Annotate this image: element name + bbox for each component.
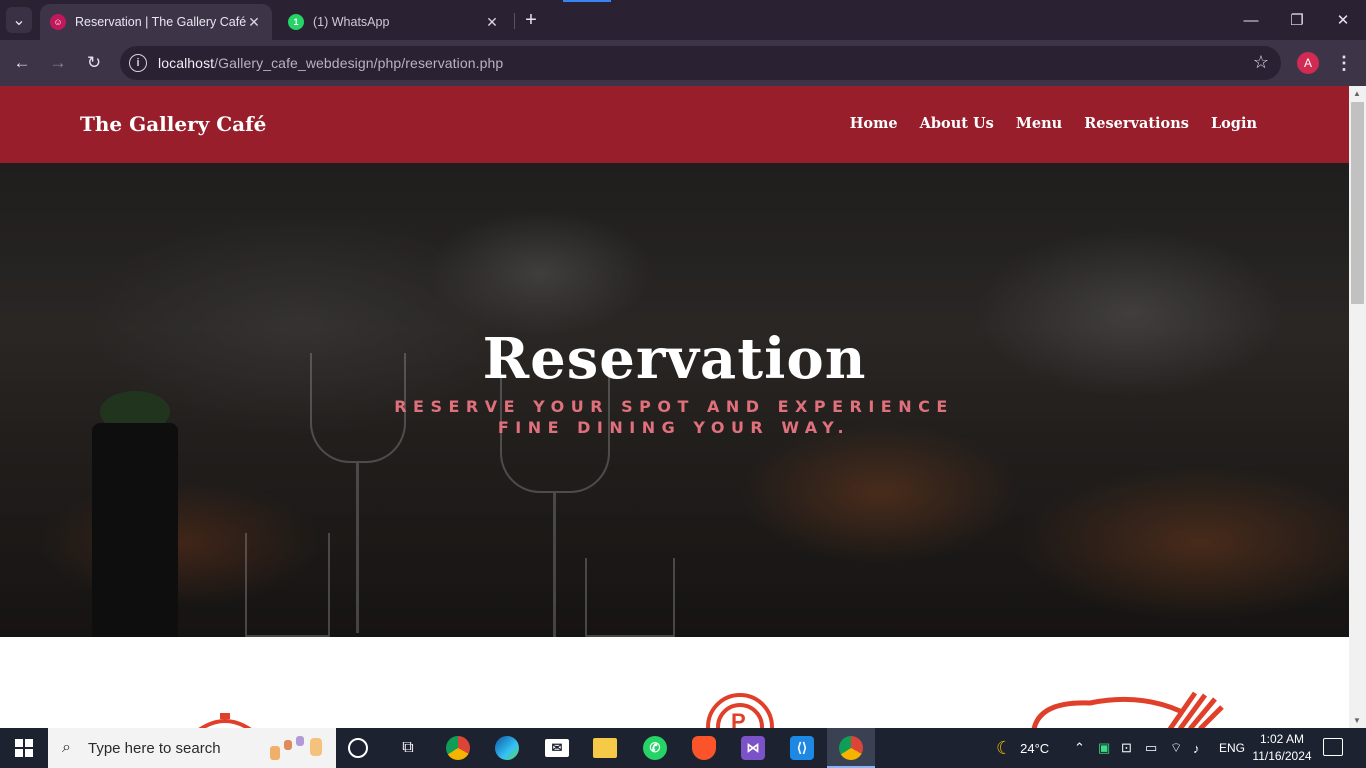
search-highlight-lanterns-icon bbox=[270, 736, 322, 760]
notifications-icon[interactable] bbox=[1323, 738, 1343, 756]
close-window-button[interactable]: ✕ bbox=[1320, 6, 1366, 34]
lantern-icon bbox=[198, 713, 252, 728]
site-nav: Home About Us Menu Reservations Login bbox=[850, 115, 1257, 132]
visual-studio-icon[interactable]: ⋈ bbox=[741, 736, 765, 760]
clock-date: 11/16/2024 bbox=[1252, 749, 1312, 763]
bookmark-star-icon[interactable]: ☆ bbox=[1253, 52, 1269, 73]
scroll-up-icon[interactable]: ▲ bbox=[1353, 89, 1361, 98]
site-header: The Gallery Café Home About Us Menu Rese… bbox=[0, 86, 1349, 163]
url-path: /Gallery_cafe_webdesign/php/reservation.… bbox=[214, 55, 504, 71]
mail-app-icon[interactable]: ✉ bbox=[545, 739, 569, 757]
new-tab-button[interactable]: + bbox=[520, 9, 542, 31]
page-scrollbar[interactable]: ▲ ▼ bbox=[1349, 86, 1366, 728]
forward-button[interactable]: → bbox=[47, 52, 69, 74]
tab-search-button[interactable]: ⌄ bbox=[6, 7, 32, 33]
restore-button[interactable]: ❐ bbox=[1274, 6, 1320, 34]
system-clock[interactable]: 1:02 AM 11/16/2024 bbox=[1250, 731, 1314, 765]
start-button[interactable] bbox=[0, 728, 48, 768]
tab-title: (1) WhatsApp bbox=[313, 15, 390, 29]
close-icon: ✕ bbox=[1336, 12, 1350, 29]
dining-icon bbox=[1031, 691, 1224, 728]
svg-text:P: P bbox=[731, 709, 746, 728]
taskbar-search[interactable]: ⌕ Type here to search bbox=[48, 728, 336, 768]
reload-icon: ↻ bbox=[86, 53, 102, 72]
search-placeholder: Type here to search bbox=[88, 739, 221, 757]
back-button[interactable]: ← bbox=[11, 52, 33, 74]
tab-title: Reservation | The Gallery Café bbox=[75, 15, 246, 29]
arrow-right-icon: → bbox=[49, 53, 67, 72]
restore-icon: ❐ bbox=[1290, 12, 1304, 29]
wifi-icon[interactable]: ⌔ bbox=[1170, 728, 1182, 768]
chrome-profile-app-icon[interactable] bbox=[839, 736, 863, 760]
hero-subtitle: Reserve your spot and experience fine di… bbox=[394, 397, 954, 437]
nav-link-about[interactable]: About Us bbox=[920, 115, 994, 132]
close-tab-icon[interactable]: ✕ bbox=[246, 14, 262, 30]
browser-toolbar: ← → ↻ i localhost/Gallery_cafe_webdesign… bbox=[0, 40, 1366, 86]
features-section: P bbox=[0, 637, 1349, 728]
nav-link-reservations[interactable]: Reservations bbox=[1084, 115, 1189, 132]
chevron-down-icon: ⌄ bbox=[12, 12, 26, 29]
site-brand[interactable]: The Gallery Café bbox=[80, 112, 266, 136]
parking-icon: P bbox=[706, 693, 774, 728]
minimize-icon: — bbox=[1243, 11, 1259, 29]
weather-widget[interactable]: ☾ 24°C bbox=[996, 728, 1049, 768]
minimize-button[interactable]: — bbox=[1228, 6, 1274, 34]
whatsapp-app-icon[interactable]: ✆ bbox=[643, 736, 667, 760]
url-text: localhost/Gallery_cafe_webdesign/php/res… bbox=[158, 55, 503, 71]
tab-reservation[interactable]: ☺ Reservation | The Gallery Café ✕ bbox=[40, 4, 272, 40]
battery-saver-tray-icon[interactable]: ▣ bbox=[1098, 728, 1110, 768]
scroll-down-icon[interactable]: ▼ bbox=[1353, 716, 1361, 725]
chrome-app-icon[interactable] bbox=[446, 736, 470, 760]
task-view-icon[interactable]: ⧉ bbox=[396, 736, 420, 760]
nav-link-menu[interactable]: Menu bbox=[1016, 115, 1062, 132]
search-icon: ⌕ bbox=[62, 739, 71, 756]
edge-app-icon[interactable] bbox=[495, 736, 519, 760]
scrollbar-thumb[interactable] bbox=[1351, 102, 1364, 304]
browser-menu-icon[interactable]: ⋮ bbox=[1334, 52, 1354, 74]
whatsapp-favicon-icon: 1 bbox=[288, 14, 304, 30]
nav-link-login[interactable]: Login bbox=[1211, 115, 1257, 132]
close-tab-icon[interactable]: ✕ bbox=[484, 14, 500, 30]
plus-icon: + bbox=[525, 8, 537, 31]
show-hidden-icons[interactable]: ⌃ bbox=[1074, 728, 1085, 768]
battery-icon[interactable]: ▭ bbox=[1145, 728, 1157, 768]
weather-temp: 24°C bbox=[1020, 740, 1050, 756]
site-info-icon[interactable]: i bbox=[129, 54, 147, 72]
brave-app-icon[interactable] bbox=[692, 736, 716, 760]
tab-strip-accent bbox=[563, 0, 611, 2]
clock-time: 1:02 AM bbox=[1259, 732, 1305, 746]
camera-tray-icon[interactable]: ⊡ bbox=[1121, 728, 1132, 768]
file-explorer-icon[interactable] bbox=[593, 738, 617, 758]
address-bar[interactable]: i localhost/Gallery_cafe_webdesign/php/r… bbox=[120, 46, 1281, 80]
tab-separator bbox=[514, 13, 515, 29]
vscode-icon[interactable]: ⟨⟩ bbox=[790, 736, 814, 760]
volume-icon[interactable]: ♪ bbox=[1193, 728, 1200, 768]
cortana-icon[interactable] bbox=[348, 738, 368, 758]
profile-avatar[interactable]: A bbox=[1297, 52, 1319, 74]
windows-logo-icon bbox=[15, 739, 33, 757]
hero-banner: Reservation Reserve your spot and experi… bbox=[0, 163, 1349, 637]
weather-moon-icon: ☾ bbox=[996, 737, 1013, 758]
page-viewport: The Gallery Café Home About Us Menu Rese… bbox=[0, 86, 1349, 728]
gallery-cafe-favicon-icon: ☺ bbox=[50, 14, 66, 30]
hero-title: Reservation bbox=[482, 326, 867, 392]
nav-link-home[interactable]: Home bbox=[850, 115, 898, 132]
tab-whatsapp[interactable]: 1 (1) WhatsApp ✕ bbox=[278, 4, 510, 40]
arrow-left-icon: ← bbox=[13, 53, 31, 72]
windows-taskbar: ⌕ Type here to search ⧉ ✉ ✆ ⋈ ⟨⟩ ☾ 24°C … bbox=[0, 728, 1366, 768]
reload-button[interactable]: ↻ bbox=[83, 52, 105, 74]
language-indicator[interactable]: ENG bbox=[1219, 728, 1245, 768]
url-host: localhost bbox=[158, 55, 215, 71]
chevron-up-icon: ⌃ bbox=[1074, 740, 1085, 755]
browser-tab-strip: ⌄ ☺ Reservation | The Gallery Café ✕ 1 (… bbox=[0, 0, 1366, 40]
